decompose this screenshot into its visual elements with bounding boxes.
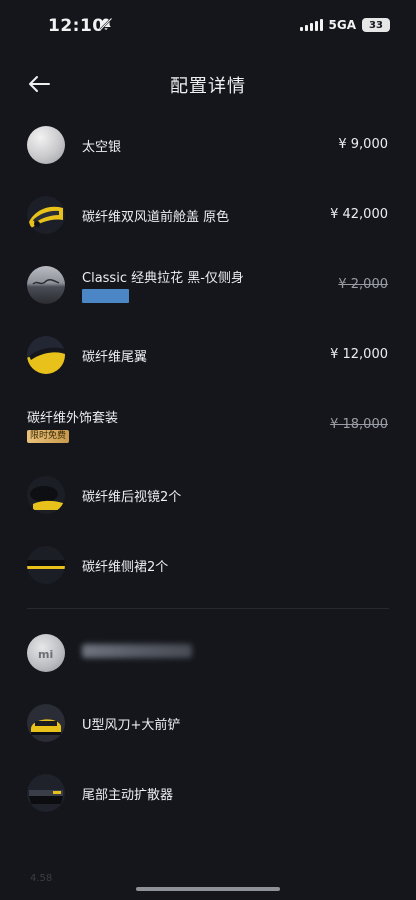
status-bar: 12:10 5GA 33 bbox=[0, 0, 416, 52]
item-name: 碳纤维外饰套装 bbox=[27, 411, 119, 426]
battery-level: 33 bbox=[369, 19, 383, 31]
list-item: 碳纤维外饰套装 限时免费 ¥ 18,000 bbox=[0, 390, 416, 460]
item-name: Classic 经典拉花 黑-仅侧身 bbox=[82, 271, 244, 286]
status-time: 12:10 bbox=[48, 16, 105, 36]
list-item: U型风刀+大前铲 bbox=[0, 688, 416, 758]
item-name: 太空银 bbox=[82, 140, 122, 155]
item-price: ¥ 9,000 bbox=[338, 137, 388, 152]
classic-livery-thumbnail bbox=[27, 266, 65, 304]
xiaomi-logo-thumbnail: mi bbox=[27, 634, 65, 672]
status-indicators: 5GA 33 bbox=[299, 18, 390, 32]
list-item: 太空银 ¥ 9,000 bbox=[0, 110, 416, 180]
list-item: mi bbox=[0, 618, 416, 688]
list-item: 碳纤维双风道前舱盖 原色 ¥ 42,000 bbox=[0, 180, 416, 250]
faint-text: 4.58 bbox=[30, 873, 53, 884]
item-name: U型风刀+大前铲 bbox=[82, 718, 181, 733]
config-list: 太空银 ¥ 9,000 碳纤维双风道前舱盖 原色 ¥ 42,000 Classi… bbox=[0, 110, 416, 828]
item-name: 碳纤维后视镜2个 bbox=[82, 490, 182, 505]
item-price-struck: ¥ 2,000 bbox=[338, 277, 388, 292]
rear-diffuser-thumbnail bbox=[27, 774, 65, 812]
page-title: 配置详情 bbox=[170, 76, 246, 97]
item-name: 碳纤维尾翼 bbox=[82, 350, 148, 365]
item-price-struck: ¥ 18,000 bbox=[330, 417, 388, 432]
carbon-wing-thumbnail bbox=[27, 336, 65, 374]
battery-icon: 33 bbox=[362, 18, 390, 32]
section-divider bbox=[27, 608, 389, 609]
free-badge: 限时免费 bbox=[27, 430, 70, 443]
item-price: ¥ 42,000 bbox=[330, 207, 388, 222]
list-item: 碳纤维尾翼 ¥ 12,000 bbox=[0, 320, 416, 390]
home-indicator[interactable] bbox=[136, 887, 280, 891]
color-tag bbox=[82, 289, 129, 303]
signal-icon bbox=[299, 19, 323, 31]
silver-paint-thumbnail bbox=[27, 126, 65, 164]
item-name: 尾部主动扩散器 bbox=[82, 788, 174, 803]
item-price: ¥ 12,000 bbox=[330, 347, 388, 362]
item-name: 碳纤维双风道前舱盖 原色 bbox=[82, 210, 230, 225]
front-splitter-thumbnail bbox=[27, 704, 65, 742]
bell-muted-icon bbox=[99, 17, 113, 31]
header: 配置详情 bbox=[0, 60, 416, 108]
blurred-item-name bbox=[82, 644, 192, 658]
carbon-mirror-thumbnail bbox=[27, 476, 65, 514]
list-item: 碳纤维后视镜2个 bbox=[0, 460, 416, 530]
item-name: 碳纤维侧裙2个 bbox=[82, 560, 169, 575]
carbon-side-skirt-thumbnail bbox=[27, 546, 65, 584]
carbon-hood-thumbnail bbox=[27, 196, 65, 234]
list-item: 尾部主动扩散器 bbox=[0, 758, 416, 828]
list-item: 碳纤维侧裙2个 bbox=[0, 530, 416, 600]
network-type: 5GA bbox=[328, 18, 357, 32]
list-item: Classic 经典拉花 黑-仅侧身 ¥ 2,000 bbox=[0, 250, 416, 320]
svg-text:mi: mi bbox=[38, 648, 53, 661]
